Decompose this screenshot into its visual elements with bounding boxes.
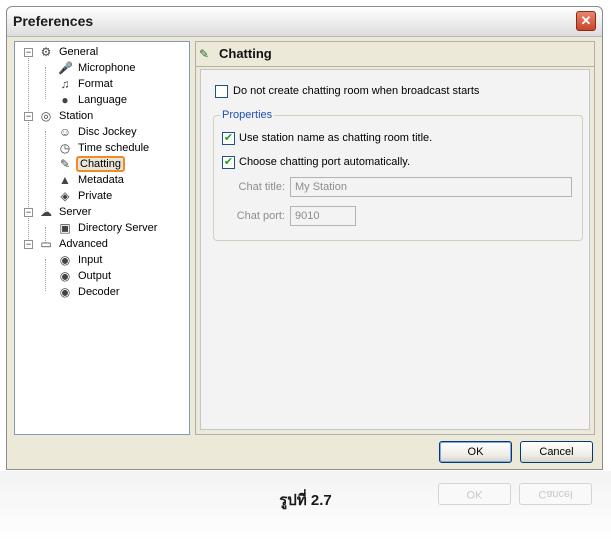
tree-item-label: Server <box>59 206 92 219</box>
tree-item-label: Advanced <box>59 238 108 251</box>
properties-group: Properties ✔ Use station name as chattin… <box>213 109 583 241</box>
tree-item-label: Language <box>78 94 127 107</box>
server-icon: ☁ <box>40 205 52 220</box>
chat-title-label: Chat title: <box>238 181 285 193</box>
tree-item-label: Directory Server <box>78 222 158 235</box>
use-station-name-label[interactable]: Use station name as chatting room title. <box>239 132 432 144</box>
tree-item-label: Microphone <box>78 62 136 75</box>
disc-jockey-icon: ☺ <box>58 125 72 140</box>
format-icon: ♫ <box>60 77 70 92</box>
chat-title-input[interactable]: My Station <box>290 177 572 197</box>
tree-item-label: Format <box>78 78 113 91</box>
time-schedule-icon: ◷ <box>59 141 71 156</box>
microphone-icon: 🎤 <box>58 61 73 76</box>
tree-item-label: Station <box>59 110 94 123</box>
auto-port-checkbox[interactable]: ✔ <box>222 156 235 169</box>
tree-item-advanced[interactable]: ▭ Advanced <box>39 236 110 252</box>
general-icon: ⚙ <box>40 45 52 60</box>
tree-line <box>45 67 46 99</box>
tree-item-station[interactable]: ◎ Station <box>39 108 95 124</box>
tree-item-chatting[interactable]: ✎ Chatting <box>58 156 125 173</box>
tree-line <box>45 131 46 211</box>
preferences-window: Preferences ✕ − ⚙ General 🎤 Microphone ♫ Fo… <box>6 6 603 470</box>
window-title: Preferences <box>13 13 94 29</box>
close-button[interactable]: ✕ <box>576 11 596 31</box>
use-station-name-checkbox[interactable]: ✔ <box>222 132 235 145</box>
figure-caption: รูปที่ 2.7 <box>279 492 332 509</box>
panel-title: Chatting <box>219 46 272 61</box>
tree-item-label: Time schedule <box>78 142 150 155</box>
auto-port-label[interactable]: Choose chatting port automatically. <box>239 156 410 168</box>
tree-item-input[interactable]: ◉ Input <box>58 252 104 268</box>
tree-line <box>45 259 46 291</box>
tree-item-language[interactable]: ● Language <box>58 92 129 108</box>
general-collapse-toggle[interactable]: − <box>24 48 33 57</box>
no-chat-room-checkbox[interactable] <box>215 85 228 98</box>
tree-item-label: Disc Jockey <box>78 126 137 139</box>
cancel-button[interactable]: Cancel <box>520 441 593 463</box>
ok-button[interactable]: OK <box>439 441 512 463</box>
station-collapse-toggle[interactable]: − <box>24 112 33 121</box>
tree-item-microphone[interactable]: 🎤 Microphone <box>58 60 137 76</box>
station-icon: ◎ <box>40 109 52 124</box>
tree-item-label: Private <box>78 190 113 203</box>
language-icon: ● <box>61 93 69 108</box>
tree-item-label: Chatting <box>76 156 125 173</box>
chat-port-input[interactable]: 9010 <box>290 206 356 226</box>
tree-item-label: Output <box>78 270 112 283</box>
tree-item-decoder[interactable]: ◉ Decoder <box>58 284 122 300</box>
tree-item-label: Input <box>78 254 103 267</box>
tree-item-server[interactable]: ☁ Server <box>39 204 93 220</box>
server-collapse-toggle[interactable]: − <box>24 208 33 217</box>
private-icon: ◈ <box>60 189 70 204</box>
tree-item-output[interactable]: ◉ Output <box>58 268 113 284</box>
tree-item-disc-jockey[interactable]: ☺ Disc Jockey <box>58 124 139 140</box>
chatting-panel: ✎ Chatting Do not create chatting room w… <box>195 41 595 435</box>
chatting-icon: ✎ <box>59 157 71 172</box>
tree-item-label: Decoder <box>78 286 120 299</box>
panel-header: ✎ Chatting <box>196 42 594 67</box>
panel-body: Do not create chatting room when broadca… <box>200 69 590 430</box>
no-chat-room-label[interactable]: Do not create chatting room when broadca… <box>233 85 479 97</box>
tree-item-private[interactable]: ◈ Private <box>58 188 114 204</box>
title-bar[interactable]: Preferences ✕ <box>7 7 602 37</box>
tree-item-metadata[interactable]: ▲ Metadata <box>58 172 126 188</box>
tree-item-label: General <box>59 46 99 59</box>
properties-legend: Properties <box>220 109 275 121</box>
chatting-icon: ✎ <box>199 47 210 61</box>
tree-item-time-schedule[interactable]: ◷ Time schedule <box>58 140 151 156</box>
decoder-icon: ◉ <box>59 285 71 300</box>
advanced-collapse-toggle[interactable]: − <box>24 240 33 249</box>
chat-port-label: Chat port: <box>236 210 285 222</box>
tree-item-directory-server[interactable]: ▣ Directory Server <box>58 220 159 236</box>
input-icon: ◉ <box>59 253 71 268</box>
directory-server-icon: ▣ <box>59 221 71 236</box>
preferences-tree[interactable]: − ⚙ General 🎤 Microphone ♫ Format ● Language… <box>14 41 190 435</box>
output-icon: ◉ <box>59 269 71 284</box>
metadata-icon: ▲ <box>59 173 71 188</box>
tree-item-label: Metadata <box>78 174 124 187</box>
tree-item-general[interactable]: ⚙ General <box>39 44 100 60</box>
advanced-icon: ▭ <box>40 237 52 252</box>
tree-item-format[interactable]: ♫ Format <box>58 76 115 92</box>
